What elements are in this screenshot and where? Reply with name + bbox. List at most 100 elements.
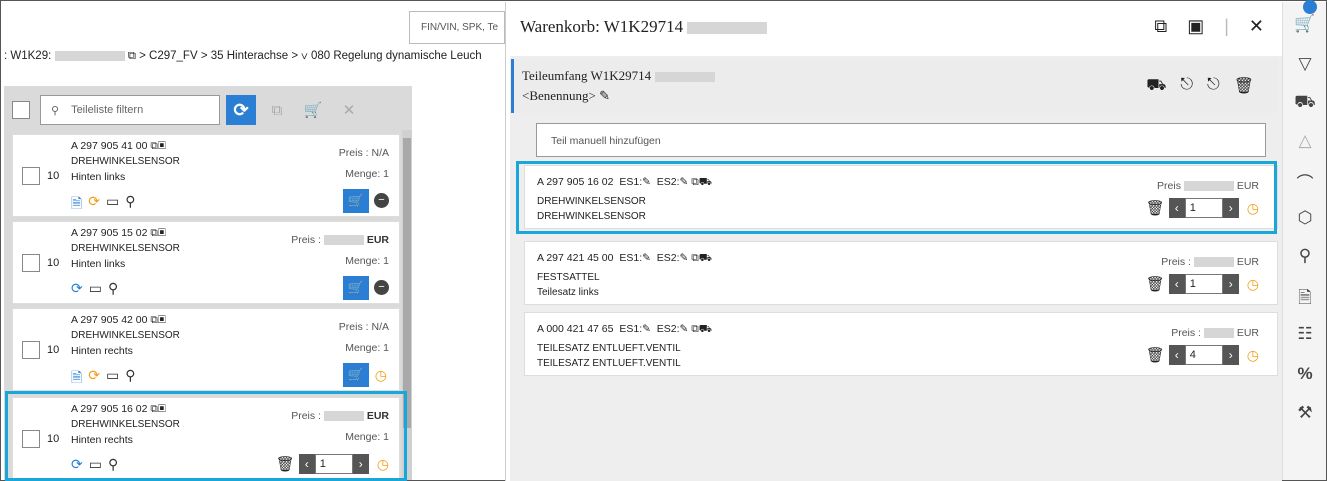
breadcrumb: : W1K29: ⧉ > C297_FV > 35 Hinterachse > …: [4, 50, 505, 63]
filter-placeholder: Teileliste filtern: [71, 104, 144, 116]
clock-icon[interactable]: ◷: [1247, 276, 1259, 293]
edit-icon: ✎: [599, 88, 611, 103]
cart-part-name: TEILESATZ ENTLUEFT.VENTIL: [537, 343, 681, 354]
redacted-text: [54, 50, 125, 61]
vehicle-icon[interactable]: ⛟: [1146, 76, 1166, 96]
decrement-button[interactable]: ‹: [1168, 345, 1185, 365]
zoom-icon[interactable]: ⚲: [108, 280, 118, 297]
increment-button[interactable]: ›: [1222, 274, 1239, 294]
item-icons: ⟳ ▭ ⚲: [71, 280, 118, 297]
edit-icon: ✎: [642, 323, 651, 335]
edit-icon: ✎: [642, 252, 651, 264]
hierarchy-icon[interactable]: ☷: [1283, 324, 1327, 344]
select-all-checkbox[interactable]: [12, 101, 30, 119]
replace-icon[interactable]: ⟳: [71, 280, 83, 297]
list-item[interactable]: 10 A 297 905 41 00 ⧉▣ DREHWINKELSENSOR H…: [12, 134, 400, 217]
percent-icon[interactable]: %: [1283, 364, 1327, 384]
copy-icon[interactable]: ⧉: [262, 102, 292, 119]
part-number: A 297 905 15 02 ⧉▣: [71, 227, 166, 239]
copy-icon: ⧉▣: [150, 140, 166, 152]
clock-icon[interactable]: ◷: [375, 367, 387, 384]
unpin-icon[interactable]: ✕: [334, 101, 364, 119]
cart-part-desc: Teilesatz links: [537, 287, 599, 298]
parts-list-toolbar: ⚲ Teileliste filtern ⟳ ⧉ 🛒 ✕: [12, 95, 364, 125]
trash-icon[interactable]: 🗑: [1146, 275, 1165, 293]
cart-item-price: Preis : EUR: [1161, 256, 1259, 268]
part-name: DREHWINKELSENSOR: [71, 156, 180, 167]
breadcrumb-item-subgroup[interactable]: 080 Regelung dynamische Leuch: [311, 50, 482, 62]
trash-icon[interactable]: 🗑: [1234, 76, 1254, 96]
item-quantity-label: Menge: 1: [345, 255, 389, 267]
cart-icon[interactable]: 🛒: [1283, 14, 1327, 34]
warning-icon[interactable]: △: [1283, 131, 1327, 151]
item-checkbox[interactable]: [22, 341, 40, 359]
seat-icon[interactable]: ⌒: [1283, 169, 1327, 194]
item-quantity-label: Menge: 1: [345, 168, 389, 180]
add-part-input[interactable]: Teil manuell hinzufügen: [536, 123, 1266, 157]
document-icon[interactable]: 🗎: [71, 193, 82, 217]
replace-icon[interactable]: ⟳: [88, 367, 100, 391]
selection-highlight: [516, 161, 1277, 234]
cart-item[interactable]: A 000 421 47 65 ES1:✎ ES2:✎ ⧉⛟ TEILESATZ…: [524, 312, 1278, 376]
vin-search-input[interactable]: FIN/VIN, SPK, Te: [409, 11, 505, 44]
list-item[interactable]: 10 A 297 905 42 00 ⧉▣ DREHWINKELSENSOR H…: [12, 308, 400, 391]
filter-icon[interactable]: ▽: [1283, 54, 1327, 74]
item-checkbox[interactable]: [22, 254, 40, 272]
add-to-cart-icon[interactable]: 🛒: [298, 101, 328, 119]
upload-icon[interactable]: ⎋: [1207, 76, 1220, 96]
breadcrumb-item-group[interactable]: 35 Hinterachse: [211, 50, 288, 62]
tool-icon[interactable]: ⚒: [1283, 403, 1327, 423]
breadcrumb-dropdown-icon[interactable]: > ∨: [291, 50, 307, 62]
remove-icon[interactable]: −: [374, 280, 389, 295]
part-shape-icon[interactable]: ▭: [106, 193, 119, 217]
parts-filter-input[interactable]: ⚲ Teileliste filtern: [40, 95, 220, 125]
notification-badge: [1303, 0, 1317, 14]
item-price: Preis : EUR: [291, 234, 389, 246]
add-cart-icon[interactable]: ▣: [1187, 16, 1204, 37]
breadcrumb-vin: : W1K29:: [4, 50, 52, 62]
zoom-icon[interactable]: ⚲: [125, 367, 135, 391]
scope-name[interactable]: <Benennung> ✎: [522, 88, 610, 104]
item-qty: 10: [47, 170, 60, 182]
scope-title: Teileumfang W1K29714: [522, 68, 716, 84]
quantity-field[interactable]: 4: [1184, 345, 1223, 365]
increment-button[interactable]: ›: [1222, 345, 1239, 365]
part-shape-icon[interactable]: ▭: [106, 367, 119, 391]
quantity-stepper[interactable]: 🗑 ‹ 1 › ◷: [1146, 274, 1259, 294]
add-to-cart-button[interactable]: 🛒: [343, 189, 369, 213]
quantity-field[interactable]: 1: [1184, 274, 1223, 294]
right-sidebar: 🛒 ▽ ⛟ △ ⌒ ⬡ ⚲ 🗎 ☷ % ⚒: [1282, 2, 1326, 480]
list-item[interactable]: 10 A 297 905 15 02 ⧉▣ DREHWINKELSENSOR H…: [12, 221, 400, 304]
replace-icon[interactable]: ⟳: [88, 193, 100, 217]
search-icon[interactable]: ⚲: [1283, 246, 1327, 266]
vehicle-icon[interactable]: ⛟: [1283, 92, 1327, 114]
divider: |: [1224, 16, 1229, 36]
close-icon[interactable]: ✕: [1249, 16, 1264, 37]
cart-item[interactable]: A 297 421 45 00 ES1:✎ ES2:✎ ⧉⛟ FESTSATTE…: [524, 241, 1278, 305]
item-price: Preis : N/A: [338, 147, 389, 159]
remove-icon[interactable]: −: [374, 193, 389, 208]
export-icon[interactable]: ⎋: [1180, 76, 1193, 96]
decrement-button[interactable]: ‹: [1168, 274, 1185, 294]
document-icon[interactable]: 🗎: [1283, 285, 1327, 314]
box-icon[interactable]: ⬡: [1283, 208, 1327, 228]
breadcrumb-item-model[interactable]: C297_FV: [149, 50, 198, 62]
add-to-cart-button[interactable]: 🛒: [343, 276, 369, 300]
copy-icon[interactable]: ⧉: [1154, 16, 1167, 37]
trash-icon[interactable]: 🗑: [1146, 346, 1165, 364]
part-number: A 297 905 41 00 ⧉▣: [71, 140, 166, 152]
document-icon[interactable]: 🗎: [71, 367, 82, 391]
zoom-icon[interactable]: ⚲: [125, 193, 135, 217]
breadcrumb-separator: >: [200, 50, 208, 62]
item-quantity-label: Menge: 1: [345, 342, 389, 354]
quantity-stepper[interactable]: 🗑 ‹ 4 › ◷: [1146, 345, 1259, 365]
clock-icon[interactable]: ◷: [1247, 347, 1259, 364]
copy-icon[interactable]: ⧉ >: [128, 50, 146, 62]
refresh-button[interactable]: ⟳: [226, 95, 256, 125]
cart-panel: Warenkorb: W1K29714 ⧉ ▣ | ✕ Teileumfang …: [505, 2, 1282, 481]
parts-scope-header: Teileumfang W1K29714 <Benennung> ✎ ⛟ ⎋ ⎋…: [511, 59, 1278, 113]
item-checkbox[interactable]: [22, 167, 40, 185]
add-to-cart-button[interactable]: 🛒: [343, 363, 369, 387]
part-shape-icon[interactable]: ▭: [89, 280, 102, 297]
part-position: Hinten rechts: [71, 345, 133, 357]
